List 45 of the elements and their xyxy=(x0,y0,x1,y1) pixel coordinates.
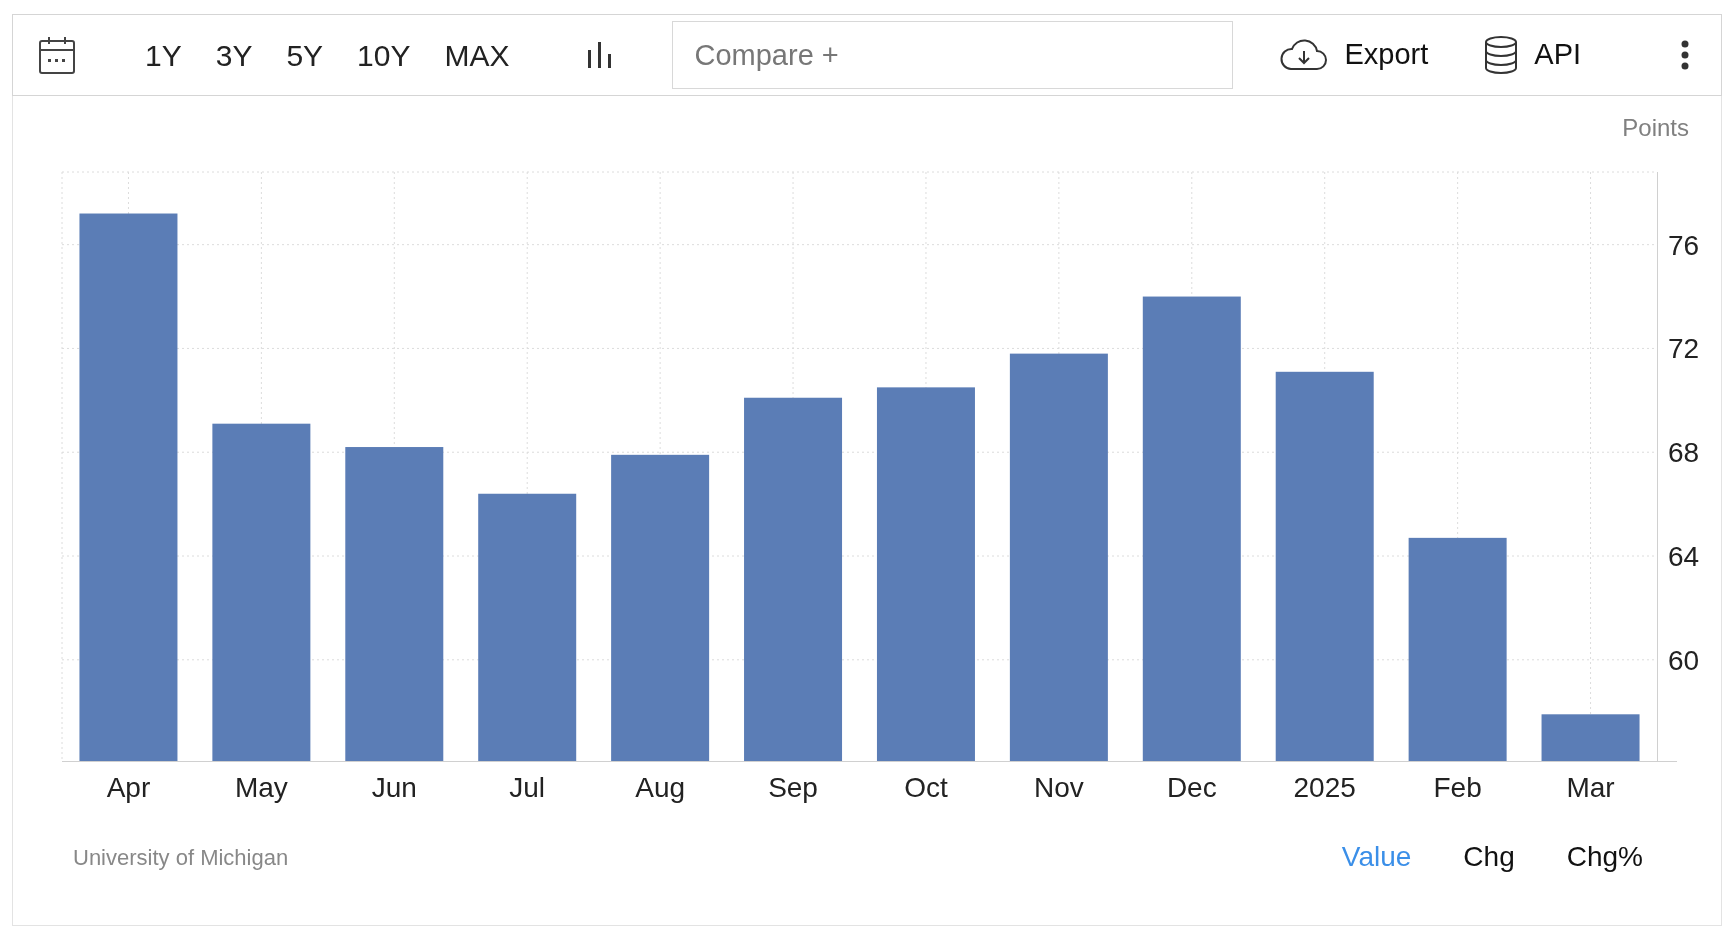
y-axis-label: 76 xyxy=(1668,229,1700,261)
bar[interactable] xyxy=(1541,714,1640,761)
x-axis-label: 2025 xyxy=(1293,772,1356,803)
range-button[interactable]: 5Y xyxy=(284,32,326,78)
more-options-icon[interactable] xyxy=(1679,39,1691,71)
compare-field[interactable]: Compare + xyxy=(671,21,1233,89)
bar[interactable] xyxy=(611,454,710,761)
x-axis-label: Apr xyxy=(106,772,151,803)
range-button[interactable]: 3Y xyxy=(213,32,255,78)
bar[interactable] xyxy=(212,423,311,761)
x-axis-label: Jul xyxy=(509,772,546,803)
x-axis-label: Oct xyxy=(904,772,948,803)
x-axis-label: Nov xyxy=(1034,772,1084,803)
bar[interactable] xyxy=(478,493,577,761)
bar[interactable] xyxy=(1408,537,1507,761)
database-icon xyxy=(1484,35,1519,75)
bar[interactable] xyxy=(1275,371,1374,761)
y-axis-label: 64 xyxy=(1668,541,1700,572)
range-button[interactable]: 10Y xyxy=(355,32,413,78)
bar[interactable] xyxy=(876,387,975,761)
y-axis-title: Points xyxy=(1622,114,1689,141)
x-axis-label: May xyxy=(234,772,288,803)
calendar-icon[interactable] xyxy=(37,35,77,75)
bar[interactable] xyxy=(79,213,178,761)
api-button[interactable]: API xyxy=(1484,33,1582,77)
range-button[interactable]: 1Y xyxy=(143,32,184,78)
x-axis-label: Feb xyxy=(1433,772,1482,803)
y-axis-label: 68 xyxy=(1668,437,1700,469)
mode-tab[interactable]: Chg% xyxy=(1566,836,1643,878)
bar[interactable] xyxy=(1009,353,1108,761)
range-button[interactable]: MAX xyxy=(442,32,512,78)
bar[interactable] xyxy=(1142,296,1241,761)
x-axis-label: Dec xyxy=(1166,772,1217,803)
cloud-download-icon xyxy=(1278,37,1329,73)
x-axis-label: Jun xyxy=(371,772,417,803)
x-axis-label: Aug xyxy=(635,772,686,803)
source-label: University of Michigan xyxy=(73,843,289,872)
x-axis-label: Mar xyxy=(1566,772,1615,803)
y-axis-label: 72 xyxy=(1668,333,1700,365)
y-axis-label: 60 xyxy=(1668,644,1700,676)
x-axis-label: Sep xyxy=(768,772,818,803)
bar[interactable] xyxy=(744,397,843,761)
mode-tab[interactable]: Chg xyxy=(1463,836,1515,878)
export-button[interactable]: Export xyxy=(1278,33,1429,77)
bar[interactable] xyxy=(345,447,444,761)
